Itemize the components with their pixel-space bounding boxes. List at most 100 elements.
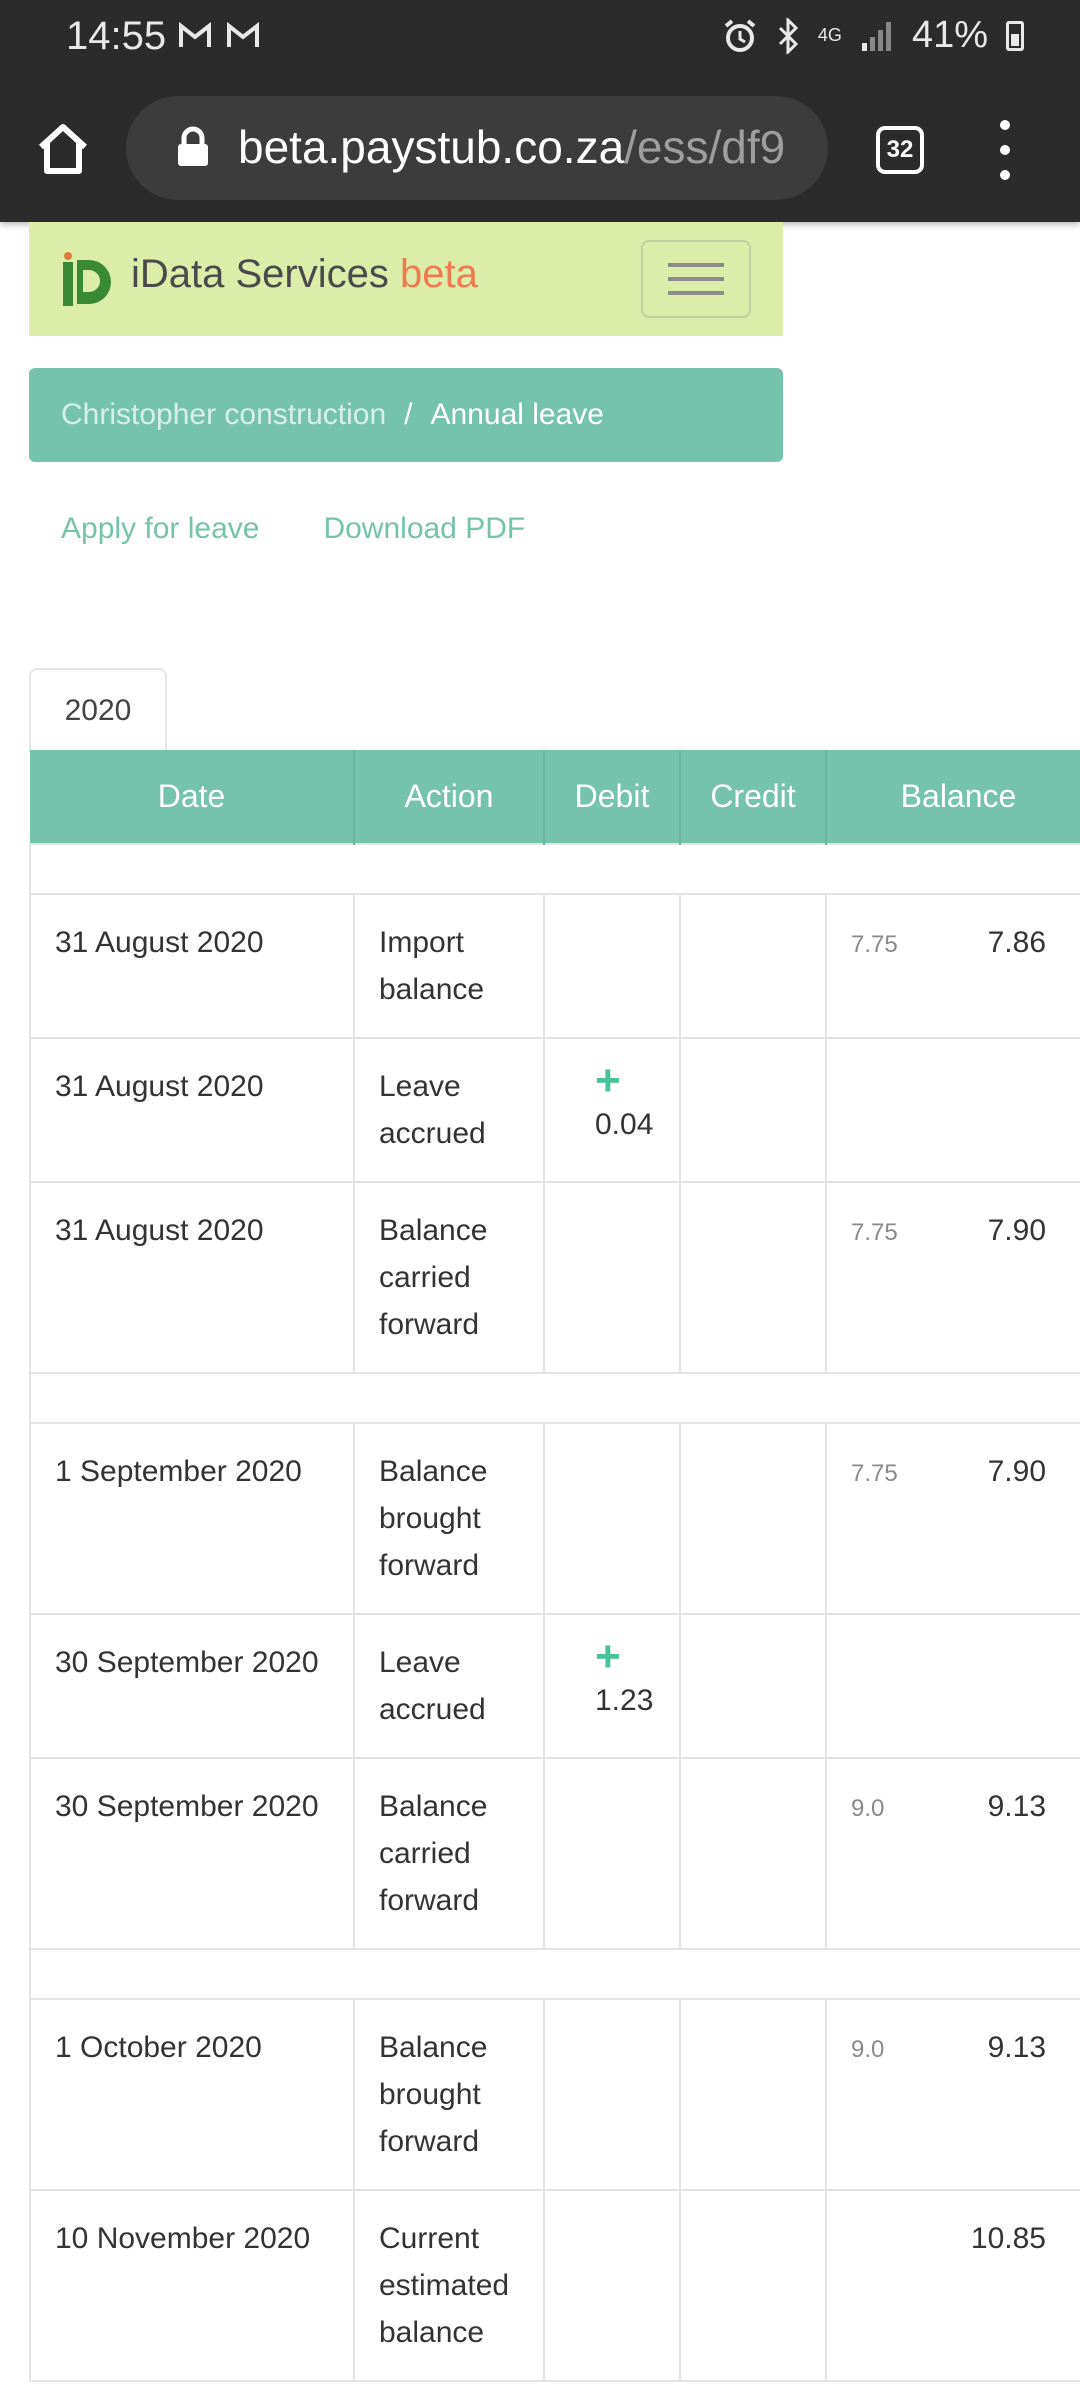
cell-balance: 9.0 9.13 [825,1757,1080,1950]
action-links: Apply for leave Download PDF [61,512,525,546]
cell-date: 10 November 2020 [29,2189,355,2382]
table-row: 31 August 2020 Import balance 7.75 7.86 [29,893,1080,1039]
browser-menu-button[interactable] [990,120,1020,180]
cell-credit [679,1757,827,1950]
cell-balance [825,1613,1080,1759]
cell-credit [679,2189,827,2382]
home-icon [38,124,88,174]
signal-icon [861,21,891,51]
site-navbar: iData Services beta [29,222,783,336]
status-time: 14:55 [66,14,167,58]
cell-debit [543,1422,681,1615]
cell-date: 1 October 2020 [29,1998,355,2191]
cell-date: 31 August 2020 [29,1181,355,1374]
previous-balance: 7.75 [851,1460,898,1487]
notification-icons [178,22,260,50]
cell-debit [543,2189,681,2382]
cell-debit: +1.23 [543,1613,681,1759]
hamburger-line [668,277,724,281]
cell-credit [679,1422,827,1615]
table-row: 30 September 2020 Balance carried forwar… [29,1757,1080,1950]
gmail-icon [227,22,259,47]
more-dot [1000,120,1010,130]
gmail-icon [179,22,211,47]
brand-title: iData Services [131,252,389,296]
table-row: 1 October 2020 Balance brought forward 9… [29,1998,1080,2191]
status-bar: 14:55 4G 41% [0,0,1080,76]
brand-name[interactable]: iData Services beta [131,252,478,297]
battery-percent: 41% [911,14,988,56]
plus-icon: + [595,1632,621,1681]
header-balance: Balance [826,750,1080,844]
leave-table: Date Action Debit Credit Balance 31 Augu… [29,750,1080,2382]
spacer-cell [29,1948,1080,2000]
cell-credit [679,1037,827,1183]
table-spacer-row [29,1372,1080,1424]
cell-balance: 10.85 [825,2189,1080,2382]
breadcrumb-company-link[interactable]: Christopher construction [61,398,386,432]
tab-switcher-button[interactable]: 32 [876,126,924,174]
previous-balance: 7.75 [851,931,898,958]
cell-action: Balance brought forward [353,1998,545,2191]
cell-date: 30 September 2020 [29,1757,355,1950]
cell-balance: 7.75 7.86 [825,893,1080,1039]
debit-value: 0.04 [595,1108,654,1141]
cell-action: Balance carried forward [353,1181,545,1374]
url-text: beta.paystub.co.za/ess/df9 [238,120,818,174]
breadcrumb-separator: / [404,398,413,431]
cell-credit [679,1613,827,1759]
cell-debit [543,1757,681,1950]
brand-beta: beta [400,252,478,296]
status-right: 4G 41% [722,14,1024,57]
balance-value: 9.13 [987,1790,1046,1823]
cell-credit [679,893,827,1039]
debit-value: 1.23 [595,1684,654,1717]
cell-date: 30 September 2020 [29,1613,355,1759]
cell-action: Balance carried forward [353,1757,545,1950]
table-row: 10 November 2020 Current estimated balan… [29,2189,1080,2382]
previous-balance: 9.0 [851,2036,885,2063]
download-pdf-link[interactable]: Download PDF [323,512,525,546]
tab-year-2020[interactable]: 2020 [29,668,167,752]
more-dot [1000,145,1010,155]
previous-balance: 9.0 [851,1795,885,1822]
alarm-icon [724,18,756,52]
cell-action: Leave accrued [353,1037,545,1183]
table-header-row: Date Action Debit Credit Balance [30,750,1080,844]
cell-debit [543,1181,681,1374]
address-bar[interactable]: beta.paystub.co.za/ess/df9 [126,96,828,200]
breadcrumb-current: Annual leave [430,398,604,431]
battery-icon [1006,20,1024,51]
cell-balance: 7.75 7.90 [825,1181,1080,1374]
balance-value: 9.13 [987,2031,1046,2064]
breadcrumb: Christopher construction / Annual leave [29,368,783,462]
header-date: Date [30,750,355,844]
cell-action: Current estimated balance [353,2189,545,2382]
hamburger-line [668,291,724,295]
idata-logo-icon[interactable] [59,252,115,310]
hamburger-line [668,263,724,267]
navbar-toggle-button[interactable] [641,240,751,318]
cell-date: 31 August 2020 [29,893,355,1039]
table-row: 31 August 2020 Balance carried forward 7… [29,1181,1080,1374]
spacer-cell [29,1372,1080,1424]
cell-action: Leave accrued [353,1613,545,1759]
balance-value: 10.85 [970,2222,1046,2255]
previous-balance: 7.75 [851,1219,898,1246]
cell-balance: 9.0 9.13 [825,1998,1080,2191]
cell-debit [543,1998,681,2191]
cell-credit [679,1998,827,2191]
apply-for-leave-link[interactable]: Apply for leave [61,512,259,546]
cell-debit: +0.04 [543,1037,681,1183]
home-button[interactable] [30,116,96,182]
cell-date: 1 September 2020 [29,1422,355,1615]
leave-table-container: Date Action Debit Credit Balance 31 Augu… [29,750,1080,2382]
header-debit: Debit [544,750,681,844]
cell-action: Balance brought forward [353,1422,545,1615]
spacer-cell [29,843,1080,895]
more-dot [1000,170,1010,180]
bluetooth-icon [778,17,799,54]
plus-icon: + [595,1056,621,1105]
cell-balance [825,1037,1080,1183]
url-path: /ess/df9 [624,121,786,173]
